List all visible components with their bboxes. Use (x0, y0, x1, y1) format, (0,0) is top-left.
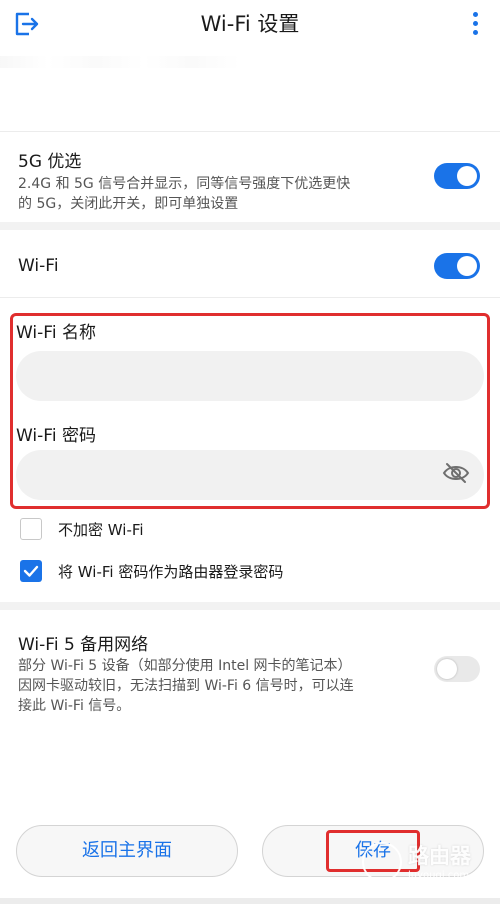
wifi5-backup-desc-line1: 部分 Wi-Fi 5 设备（如部分使用 Intel 网卡的笔记本） (18, 658, 352, 674)
page-title: Wi-Fi 设置 (200, 12, 300, 36)
wifi-row: Wi-Fi (0, 232, 500, 298)
checkmark-icon (23, 565, 39, 577)
top-blank-area (0, 46, 500, 132)
band-merge-desc-line2: 的 5G，关闭此开关，即可单独设置 (18, 196, 239, 212)
watermark-subtext: luyouqi.com (408, 870, 470, 881)
back-to-home-button[interactable]: 返回主界面 (16, 825, 238, 877)
wifi-credentials-highlight (10, 313, 490, 509)
more-vertical-icon[interactable] (468, 10, 482, 38)
section-divider (0, 602, 500, 610)
band-merge-row: 5G 优选 2.4G 和 5G 信号合并显示，同等信号强度下优选更快 的 5G，… (0, 133, 500, 219)
no-encryption-checkbox[interactable] (20, 518, 42, 540)
wifi-toggle[interactable] (434, 253, 480, 279)
wifi5-backup-desc-line3: 接此 Wi-Fi 信号。 (18, 698, 131, 714)
wifi5-backup-label: Wi-Fi 5 备用网络 (18, 635, 149, 655)
watermark: 路由器 luyouqi.com (362, 838, 492, 890)
bottom-divider (0, 898, 500, 904)
wifi-label: Wi-Fi (18, 256, 59, 276)
wifi5-backup-row: Wi-Fi 5 备用网络 部分 Wi-Fi 5 设备（如部分使用 Intel 网… (0, 612, 500, 722)
wifi5-backup-desc-line2: 因网卡驱动较旧，无法扫描到 Wi-Fi 6 信号时，可以连 (18, 678, 354, 694)
band-merge-desc-line1: 2.4G 和 5G 信号合并显示，同等信号强度下优选更快 (18, 176, 351, 192)
use-as-admin-password-checkbox[interactable] (20, 560, 42, 582)
use-as-admin-password-label: 将 Wi-Fi 密码作为路由器登录密码 (58, 563, 284, 581)
top-bar: Wi-Fi 设置 (0, 0, 500, 46)
watermark-logo-icon (362, 842, 402, 882)
wifi5-backup-toggle[interactable] (434, 656, 480, 682)
section-divider (0, 222, 500, 230)
band-merge-toggle[interactable] (434, 163, 480, 189)
watermark-text: 路由器 (408, 844, 471, 868)
no-encryption-label: 不加密 Wi-Fi (58, 521, 144, 539)
faded-content (0, 56, 240, 68)
band-merge-label: 5G 优选 (18, 152, 82, 172)
